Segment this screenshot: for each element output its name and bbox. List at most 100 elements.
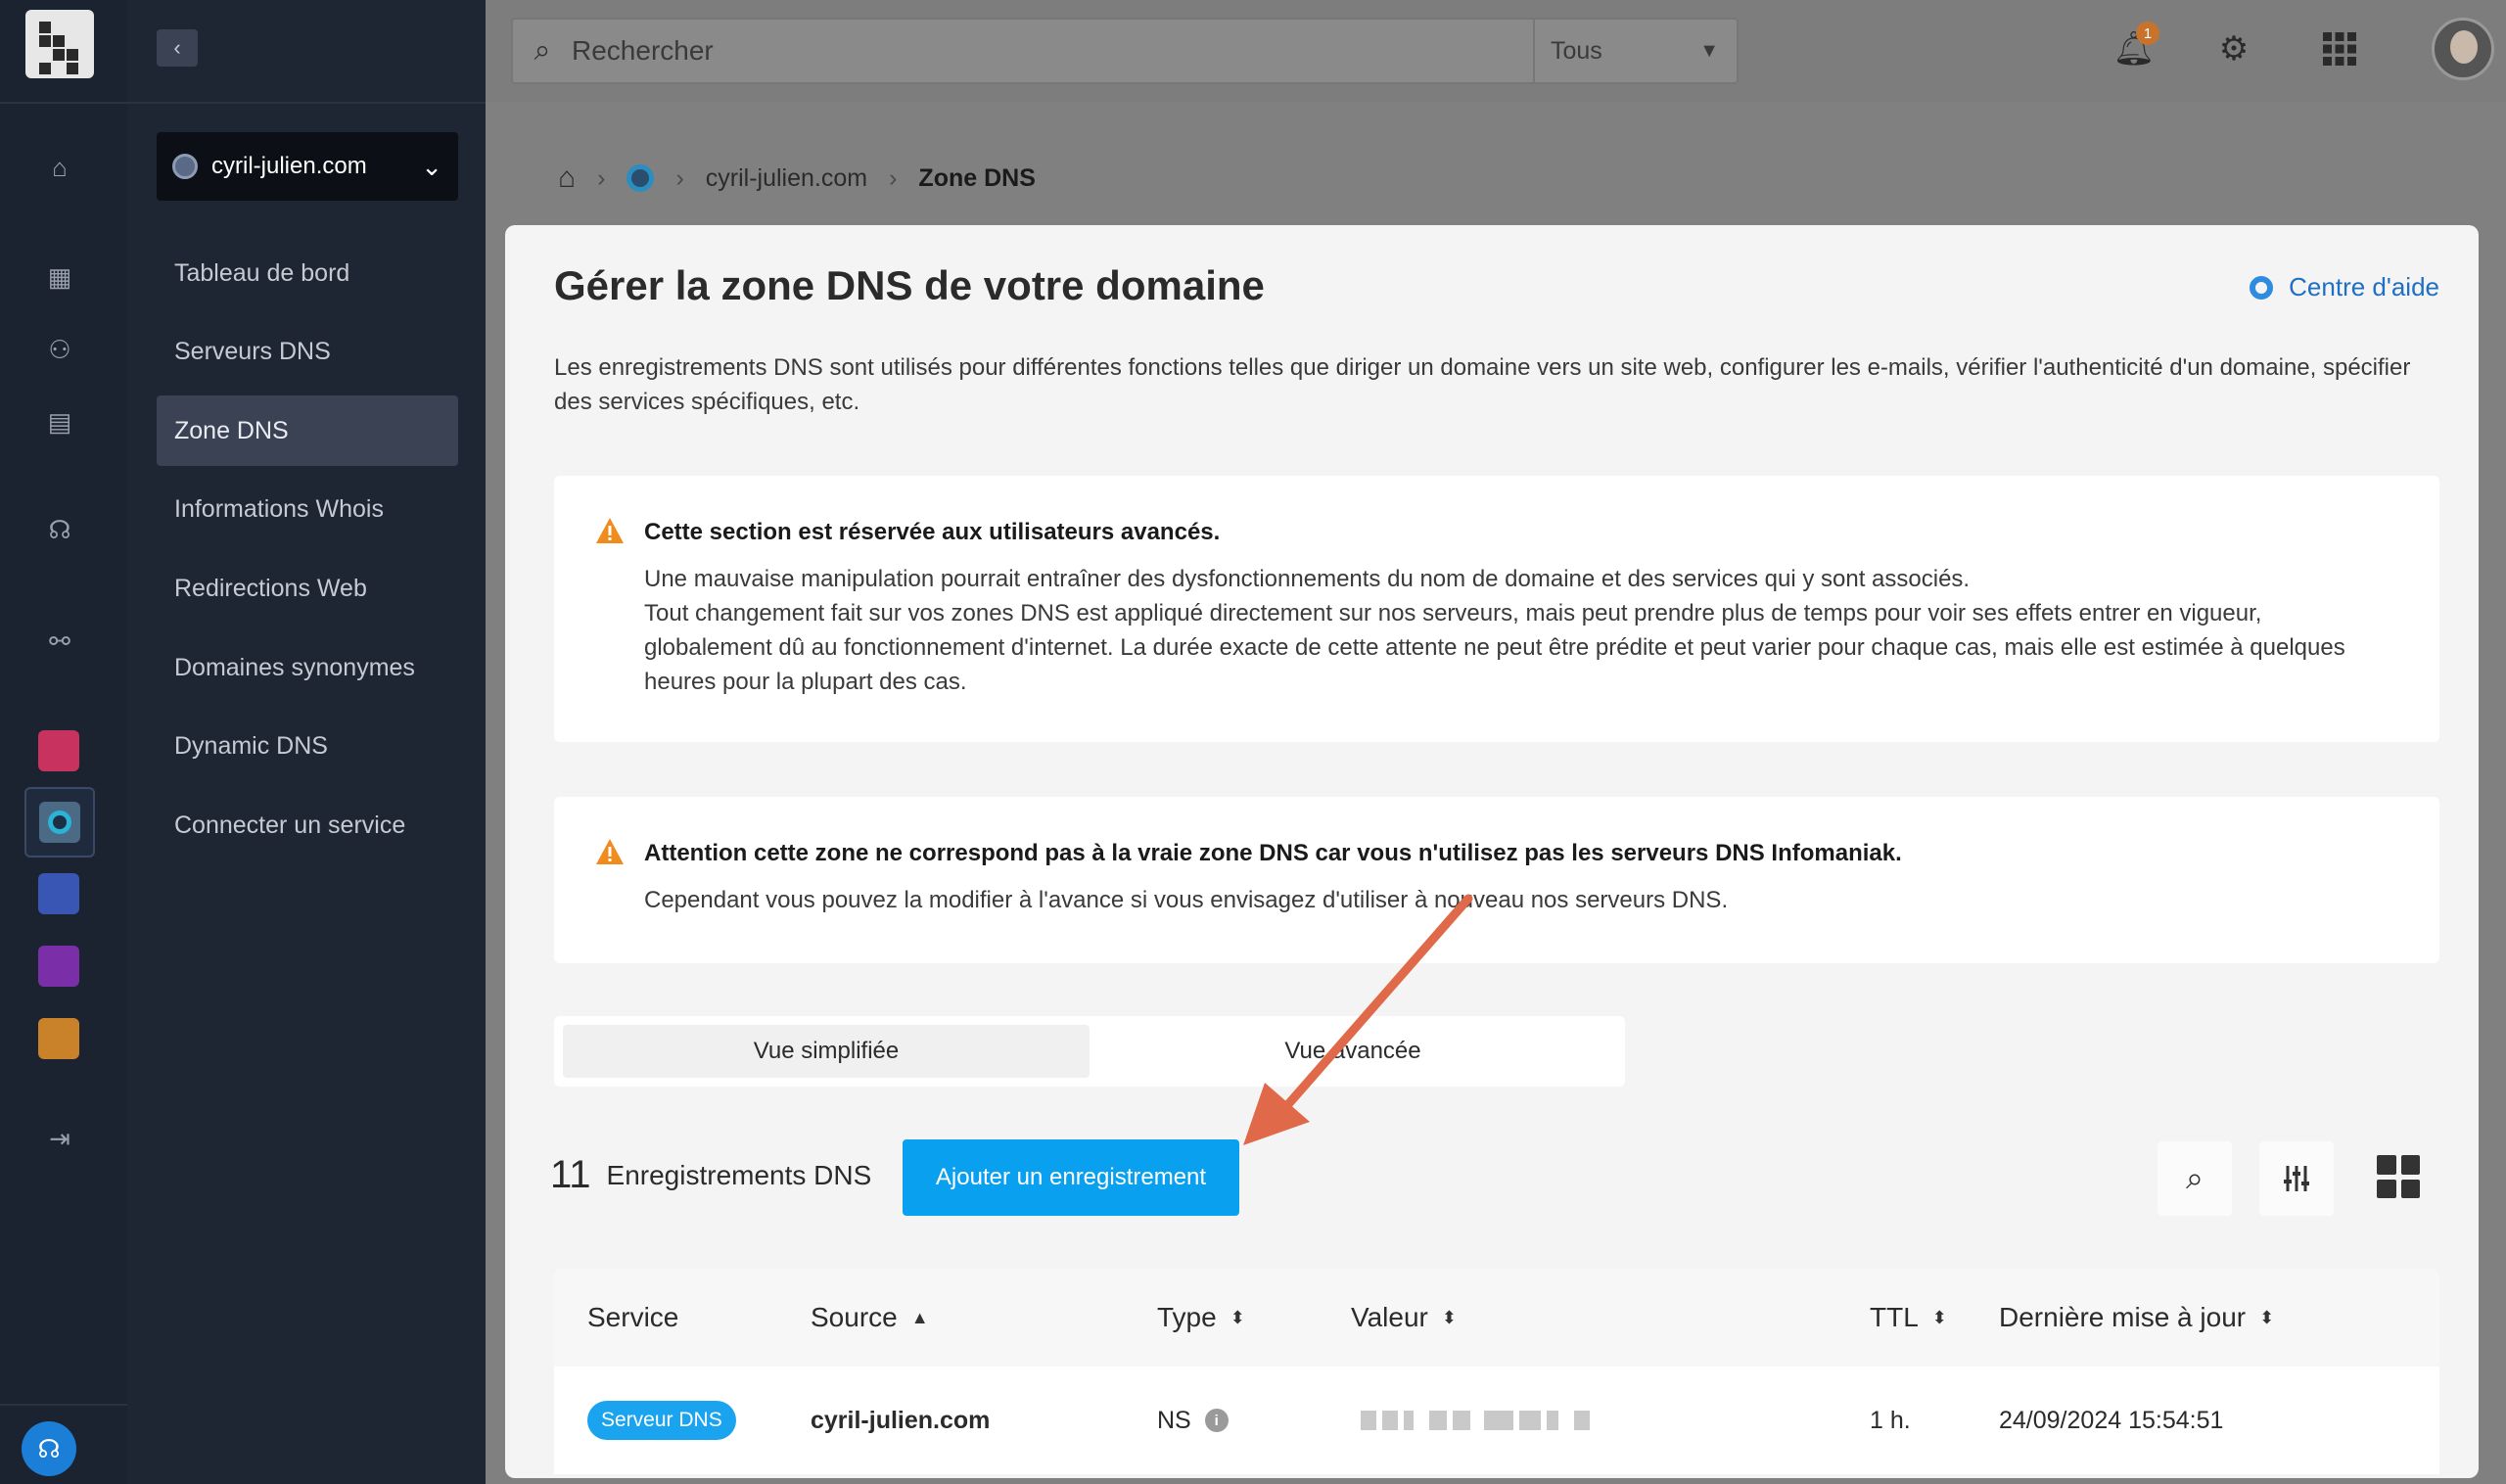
apps-grid-icon[interactable] [2316,25,2363,72]
notification-badge: 1 [2136,22,2159,45]
record-type: NS [1157,1406,1191,1434]
sidebar-item-domain-aliases[interactable]: Domaines synonymes [157,632,458,703]
hosting-app-icon[interactable] [38,873,79,914]
filter-settings-button[interactable] [2259,1141,2334,1216]
support-chat-button[interactable]: ☊ [22,1421,76,1476]
cell-value-redacted [1361,1367,1596,1474]
sidebar-item-label: Domaines synonymes [174,653,415,681]
users-icon[interactable]: ⚇ [41,331,78,368]
sidebar-item-web-redirects[interactable]: Redirections Web [157,553,458,624]
sidebar-item-label: Informations Whois [174,494,384,523]
sliders-icon [2284,1166,2309,1191]
cell-ttl: 1 h. [1870,1406,1911,1434]
grid-view-icon[interactable] [2377,1155,2420,1198]
column-header-value[interactable]: Valeur ⬍ [1351,1302,1457,1333]
sidebar-item-label: Tableau de bord [174,258,350,287]
sidebar-item-dynamic-dns[interactable]: Dynamic DNS [157,711,458,781]
domain-selector-label: cyril-julien.com [211,153,367,179]
add-record-button[interactable]: Ajouter un enregistrement [903,1139,1239,1216]
column-header-last-update[interactable]: Dernière mise à jour ⬍ [1999,1302,2274,1333]
user-avatar[interactable] [2432,18,2494,80]
search-icon: ⌕ [534,34,551,67]
sidebar-item-whois[interactable]: Informations Whois [157,474,458,544]
breadcrumb: ⌂ › › cyril-julien.com › Zone DNS [558,159,1036,198]
sidebar-item-connect-service[interactable]: Connecter un service [157,790,458,860]
dns-zone-card: Gérer la zone DNS de votre domaine Centr… [505,225,2479,1478]
home-icon[interactable]: ⌂ [41,149,78,186]
breadcrumb-separator: › [597,163,606,192]
partner-icon[interactable]: ⚯ [41,623,78,660]
sidebar-item-dashboard[interactable]: Tableau de bord [157,238,458,308]
calculator-icon[interactable]: ▦ [41,258,78,296]
domain-sidebar: ‹ cyril-julien.com ⌄ Tableau de bord Ser… [127,0,486,1484]
alert-title: Attention cette zone ne correspond pas à… [644,840,1902,866]
breadcrumb-separator: › [675,163,684,192]
kchat-app-icon[interactable] [38,730,79,771]
domains-product-icon[interactable] [626,164,655,192]
breadcrumb-separator: › [889,163,898,192]
lifebuoy-icon [2250,275,2274,300]
alert-body-line: Tout changement fait sur vos zones DNS e… [644,600,2345,695]
records-header: 11 Enregistrements DNS [550,1153,871,1197]
info-icon[interactable]: i [1204,1409,1229,1432]
breadcrumb-current: Zone DNS [918,163,1036,192]
search-icon: ⌕ [2186,1160,2204,1195]
table-row[interactable]: Serveur DNS cyril-julien.com NS i 1 h. 24… [554,1367,2439,1474]
sort-icon: ⬍ [1931,1307,1947,1327]
sidebar-item-label: Zone DNS [174,416,289,444]
chevron-down-icon: ⌄ [421,151,442,181]
search-filter-select[interactable]: Tous ▼ [1533,20,1737,82]
cell-type: NS i [1157,1367,1229,1474]
logout-icon[interactable]: ⇥ [41,1120,78,1157]
billing-icon[interactable]: ▤ [41,403,78,441]
notifications-button[interactable]: 🔔︎ 1 [2111,22,2159,72]
alert-body: Cependant vous pouvez la modifier à l'av… [644,883,2387,917]
global-search[interactable]: ⌕ Rechercher Tous ▼ [511,18,1739,84]
dns-records-table: Service Source ▲ Type ⬍ Valeur ⬍ TTL ⬍ Derni… [554,1269,2439,1474]
alert-body-line: Cependant vous pouvez la modifier à l'av… [644,887,1729,913]
infomaniak-logo[interactable] [25,10,94,78]
tab-simplified-view[interactable]: Vue simplifiée [563,1025,1090,1078]
search-input[interactable]: Rechercher [572,35,714,67]
cell-source: cyril-julien.com [811,1406,991,1434]
records-label: Enregistrements DNS [606,1159,872,1190]
domains-app-icon-active[interactable] [24,787,95,858]
column-header-type[interactable]: Type ⬍ [1157,1302,1245,1333]
domain-selector[interactable]: cyril-julien.com ⌄ [157,132,458,201]
support-headset-icon[interactable]: ☊ [41,511,78,548]
sort-icon: ▲ [910,1307,929,1327]
collapse-sidebar-button[interactable]: ‹ [157,29,198,67]
warning-icon [596,839,624,864]
app-rail: ⌂ ▦ ⚇ ▤ ☊ ⚯ ⇥ ☊ [0,0,127,1484]
sort-icon: ⬍ [1441,1307,1457,1327]
breadcrumb-domain[interactable]: cyril-julien.com [706,164,867,193]
cell-last-update: 24/09/2024 15:54:51 [1999,1406,2224,1434]
sidebar-divider [127,102,486,104]
tab-advanced-view[interactable]: Vue avancée [1090,1025,1616,1078]
rail-divider [0,102,127,104]
help-center-label: Centre d'aide [2289,272,2439,301]
kdrive-app-icon[interactable] [38,946,79,987]
warning-icon [596,518,624,543]
sidebar-item-dns-servers[interactable]: Serveurs DNS [157,316,458,387]
caret-down-icon: ▼ [1699,39,1719,62]
help-center-link[interactable]: Centre d'aide [2250,272,2439,302]
sidebar-item-label: Serveurs DNS [174,337,331,365]
search-records-button[interactable]: ⌕ [2158,1141,2232,1216]
streaming-app-icon[interactable] [38,1018,79,1059]
table-header: Service Source ▲ Type ⬍ Valeur ⬍ TTL ⬍ Derni… [554,1269,2439,1367]
page-title: Gérer la zone DNS de votre domaine [554,262,1265,308]
globe-icon [172,154,198,179]
column-header-source[interactable]: Source ▲ [811,1302,929,1333]
advanced-users-alert: Cette section est réservée aux utilisate… [554,476,2439,742]
alert-body-line: Une mauvaise manipulation pourrait entra… [644,566,1971,592]
view-mode-toggle: Vue simplifiée Vue avancée [554,1016,1625,1087]
sidebar-item-dns-zone[interactable]: Zone DNS [157,395,458,466]
home-icon[interactable]: ⌂ [558,162,576,195]
search-filter-label: Tous [1551,36,1602,65]
column-header-ttl[interactable]: TTL ⬍ [1870,1302,1947,1333]
column-header-service: Service [587,1302,679,1332]
intro-text: Les enregistrements DNS sont utilisés po… [554,354,2411,415]
sidebar-item-label: Redirections Web [174,574,367,602]
settings-gear-icon[interactable]: ⚙ [2210,25,2257,72]
